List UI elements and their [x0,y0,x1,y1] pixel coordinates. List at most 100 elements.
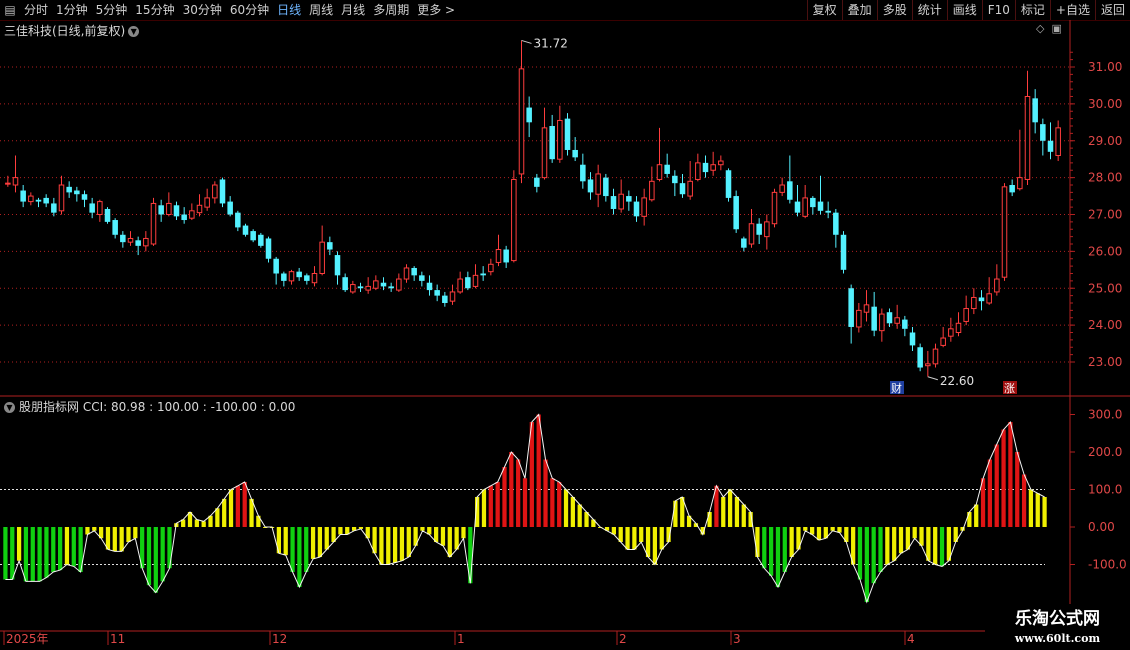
cci-bar [912,527,917,539]
candle-body-down [549,126,555,160]
cci-bar [406,527,411,557]
cci-bar [153,527,158,593]
cci-bar [167,527,172,569]
cci-bar [734,497,740,527]
cci-bar [297,527,302,587]
cci-bar [536,414,541,527]
date-label: 1 [457,632,465,646]
candle-body-down [380,282,387,287]
candle-body-up [710,164,716,171]
date-label: 2 [619,632,627,646]
cci-bar [775,527,781,587]
candle-body-down [1047,140,1054,152]
candle-body-down [610,196,617,209]
cci-bar [857,527,863,580]
candle-body-down [66,186,72,193]
cci-tick-label: 200.0 [1088,445,1122,459]
cci-bar [727,489,733,527]
candle-body-down [104,208,111,222]
candle-body-down [672,175,678,184]
candle-body-down [871,306,877,331]
cci-bar [92,527,97,531]
cci-bar [871,527,876,584]
cci-bar [71,527,76,567]
cci-bar [440,527,446,546]
candle-body-up [986,293,992,304]
candle-body-down [342,277,348,291]
cci-bar [447,527,452,557]
candle-body-up [311,273,318,284]
cci-bar [639,527,644,542]
price-tick-label: 26.00 [1088,244,1122,258]
candle-body-up [718,160,724,166]
chevron-down-icon[interactable]: ▼ [128,26,140,37]
candle-body-down [825,210,831,213]
candle-body-up [495,249,502,263]
cci-bar [502,467,507,527]
high-pointer [521,39,532,44]
event-marker-zhang: 涨 [1004,382,1015,395]
candle-body-up [894,317,900,324]
cci-tick-label: 0.00 [1088,520,1115,534]
candle-body-down [810,197,816,208]
cci-bar [222,498,227,527]
candle-body-up [695,162,701,180]
candle-body-up [373,280,379,289]
cci-bar [967,512,972,527]
cci-bar [481,489,487,527]
price-tick-label: 28.00 [1088,171,1122,185]
cci-bar [563,489,569,527]
panel-toggle-icon[interactable]: ▣ [1051,22,1061,35]
candle-body-down [1032,98,1038,123]
candle-body-up [143,237,149,247]
candle-body-down [74,190,80,195]
cci-bar [1008,422,1013,527]
cci-bar [789,527,794,557]
cci-bar [522,478,528,527]
cci-bar [659,527,664,550]
cci-bar [1035,493,1040,527]
candle-body-down [633,201,640,217]
cci-bar [974,504,979,527]
cci-bar [44,527,49,578]
cci-bar [926,527,931,561]
candle-body-down [357,286,364,289]
cci-bar [304,527,309,572]
watermark-title: 乐淘公式网 [985,604,1130,634]
cci-bar [782,527,787,572]
candle-body-up [1001,186,1008,278]
chevron-down-icon[interactable]: ▼ [4,402,15,413]
cci-bar [632,527,637,550]
panel-icons: ◇ ▣ [1036,22,1062,35]
cci-bar [57,527,63,571]
cci-bar [488,485,493,527]
candle-body-up [994,278,1000,293]
diamond-icon[interactable]: ◇ [1036,22,1044,35]
candle-body-up [150,202,157,245]
price-tick-label: 24.00 [1088,318,1122,332]
candle-body-up [204,197,210,208]
stock-title[interactable]: 三佳科技(日线,前复权) ▼ [4,22,140,39]
cci-bar [625,527,630,550]
candle-body-down [503,249,509,263]
cci-bar [194,519,199,527]
candle-body-down [580,164,586,182]
candle-body-down [434,290,440,296]
candle-body-down [794,201,801,213]
cci-bar [516,459,521,527]
candle-body-down [702,162,709,173]
candle-body-up [541,127,548,179]
cci-bar [392,527,398,563]
cci-bar [126,527,131,542]
cci-bars [3,413,1047,604]
candle-body-up [319,241,325,274]
candle-body-up [403,267,410,280]
chart-canvas[interactable]: 31.0030.0029.0028.0027.0026.0025.0024.00… [0,0,1130,650]
candle-body-down [442,295,448,303]
cci-bar [201,521,206,527]
indicator-title[interactable]: ▼ 股朋指标网 CCI: 80.98 : 100.00 : -100.00 : 0… [4,398,295,415]
cci-bar [160,527,165,582]
cci-bar [310,527,316,559]
candle-body-up [365,285,371,291]
date-label: 2025年 [6,632,49,646]
